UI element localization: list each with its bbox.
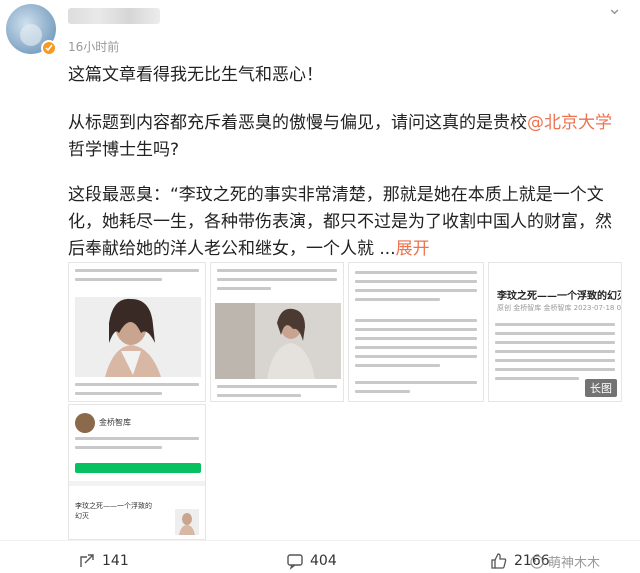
post-paragraph-1: 这篇文章看得我无比生气和恶心！: [68, 65, 323, 85]
post-paragraph-2: 从标题到内容都充斥着恶臭的傲慢与偏见，请问这真的是贵校@北京大学 哲学博士生吗?: [68, 110, 628, 164]
image-thumbnail-1[interactable]: [68, 262, 206, 402]
image-thumbnail-3[interactable]: [348, 262, 484, 402]
comment-icon: [287, 554, 303, 570]
image-thumbnail-5[interactable]: 金桥智库 李玟之死——一个浮致的幻灭: [68, 404, 206, 540]
text-lines: [217, 385, 337, 401]
more-options-icon[interactable]: ⌄: [600, 0, 630, 22]
watermark-logo-icon: [530, 554, 544, 569]
post-header: 16小时前 ⌄: [0, 0, 640, 60]
text-lines: [355, 271, 477, 307]
thumbs-up-icon: [491, 553, 507, 569]
expand-link[interactable]: 展开: [396, 239, 430, 259]
singer-photo: [215, 303, 341, 379]
article-meta: 原创 金桥智库 金桥智库 2023-07-18 02:51: [497, 304, 622, 312]
text-lines: [355, 381, 477, 399]
image-thumbnail-4[interactable]: 李玟之死——一个浮致的幻灭 原创 金桥智库 金桥智库 2023-07-18 02…: [488, 262, 622, 402]
woman-photo: [75, 297, 201, 377]
comment-count: 404: [310, 553, 337, 569]
text-lines: [495, 323, 615, 386]
image-thumbnail-2[interactable]: [210, 262, 344, 402]
paragraph-3-continued: ，她耗尽一生，各种带伤表演，都只不过是为了收割中国人的财富，然后奉献给她的洋人老…: [68, 212, 612, 259]
watermark-text: 萌神木木: [548, 556, 601, 571]
publisher-name: 金桥智库: [99, 418, 131, 427]
post-timestamp: 16小时前: [68, 40, 120, 54]
share-button[interactable]: 141: [78, 551, 129, 571]
share-count: 141: [102, 553, 129, 569]
paragraph-2-tail: 哲学博士生吗?: [68, 140, 180, 160]
verified-badge-icon: [41, 40, 57, 56]
watermark: 萌神木木: [530, 552, 600, 571]
share-icon: [80, 554, 94, 567]
publisher-avatar: [75, 413, 95, 433]
text-lines: [75, 383, 199, 401]
post-paragraph-3: 这段最恶臭：“李玟之死的事实非常清楚，那就是她在本质上就是一个文化，她耗尽一生，…: [68, 182, 628, 263]
long-image-badge: 长图: [585, 379, 617, 397]
paragraph-2-text: 从标题到内容都充斥着恶臭的傲慢与偏见，请问这真的是贵校: [68, 113, 527, 133]
mention-link[interactable]: @北京大学: [527, 113, 612, 133]
username-blurred[interactable]: [68, 8, 160, 24]
article-title: 李玟之死——一个浮致的幻灭: [497, 291, 622, 302]
comment-button[interactable]: 404: [286, 551, 337, 571]
divider: [69, 481, 205, 486]
card-title: 李玟之死——一个浮致的幻灭: [75, 502, 152, 520]
text-lines: [75, 437, 199, 455]
follow-button-bar: [75, 463, 201, 473]
text-lines: [355, 319, 477, 373]
card-thumbnail: [175, 509, 199, 535]
